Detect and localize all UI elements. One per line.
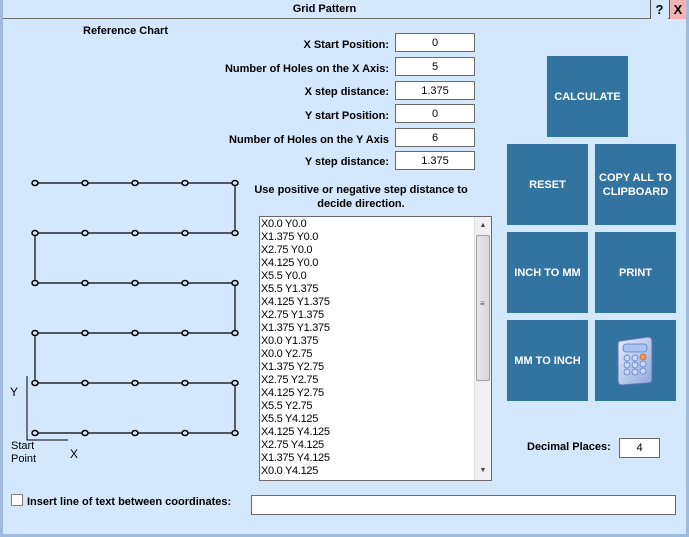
x-step-input[interactable]	[395, 81, 475, 100]
x-step-label: X step distance:	[304, 86, 389, 98]
insert-line-checkbox[interactable]	[11, 494, 23, 506]
hole-marker	[181, 229, 189, 237]
hole-marker	[31, 379, 39, 387]
y-axis-label: Y	[10, 385, 19, 399]
hole-marker	[81, 229, 89, 237]
scroll-thumb[interactable]: ≡	[476, 235, 490, 381]
calculator-button[interactable]	[595, 320, 676, 401]
hole-marker	[31, 229, 39, 237]
scroll-down-icon[interactable]: ▼	[475, 464, 491, 478]
coordinate-list-item[interactable]: X2.75 Y2.75	[261, 374, 475, 387]
coordinate-list-item[interactable]: X5.5 Y1.375	[261, 283, 475, 296]
hole-marker	[231, 429, 239, 437]
window-title: Grid Pattern	[292, 3, 357, 15]
coordinate-list-item[interactable]: X4.125 Y1.375	[261, 296, 475, 309]
hole-marker	[231, 379, 239, 387]
coordinate-list-item[interactable]: X2.75 Y1.375	[261, 309, 475, 322]
x-start-input[interactable]	[395, 33, 475, 52]
print-button[interactable]: PRINT	[595, 232, 676, 313]
coordinate-list-item[interactable]: X5.5 Y0.0	[261, 270, 475, 283]
list-scrollbar[interactable]: ▲ ≡ ▼	[474, 217, 491, 480]
coordinate-list-item[interactable]: X4.125 Y4.125	[261, 426, 475, 439]
inch-to-mm-button[interactable]: INCH TO MM	[507, 232, 588, 313]
hole-marker	[231, 179, 239, 187]
hole-marker	[181, 279, 189, 287]
coordinate-list-item[interactable]: X0.0 Y2.75	[261, 348, 475, 361]
hole-marker	[81, 379, 89, 387]
x-axis-label: X	[70, 447, 79, 461]
copy-all-button[interactable]: COPY ALL TO CLIPBOARD	[595, 144, 676, 225]
hole-marker	[81, 429, 89, 437]
y-holes-label: Number of Holes on the Y Axis	[229, 134, 389, 146]
y-step-input[interactable]	[395, 151, 475, 170]
coordinate-list-item[interactable]: X0.0 Y4.125	[261, 465, 475, 478]
hole-marker	[231, 329, 239, 337]
hole-marker	[131, 429, 139, 437]
title-bar: Grid Pattern ? X	[3, 0, 686, 19]
hole-marker	[81, 329, 89, 337]
hole-marker	[181, 329, 189, 337]
grip-icon: ≡	[480, 299, 485, 308]
hole-marker	[31, 179, 39, 187]
coordinate-list-item[interactable]: X1.375 Y4.125	[261, 452, 475, 465]
hole-marker	[131, 329, 139, 337]
y-start-label: Y start Position:	[304, 110, 389, 122]
help-button[interactable]: ?	[650, 0, 668, 19]
coordinate-list-items[interactable]: X0.0 Y0.0 X1.375 Y0.0 X2.75 Y0.0 X4.125 Y0.…	[261, 218, 475, 479]
coordinate-list-item[interactable]: X4.125 Y0.0	[261, 257, 475, 270]
hole-marker	[81, 279, 89, 287]
hole-marker	[131, 229, 139, 237]
decimal-places-input[interactable]	[619, 438, 660, 458]
insert-line-input[interactable]	[251, 495, 676, 515]
hole-marker	[181, 179, 189, 187]
hole-marker	[31, 329, 39, 337]
hole-marker	[31, 279, 39, 287]
coordinate-list[interactable]: X0.0 Y0.0 X1.375 Y0.0 X2.75 Y0.0 X4.125 Y0.…	[259, 216, 492, 481]
start-label-1: Start	[11, 440, 35, 452]
hint-line-2: decide direction.	[317, 198, 405, 210]
hole-marker	[131, 379, 139, 387]
coordinate-list-item[interactable]: X5.5 Y4.125	[261, 413, 475, 426]
hole-marker	[131, 279, 139, 287]
x-holes-label: Number of Holes on the X Axis:	[224, 63, 389, 75]
coordinate-list-item[interactable]: X0.0 Y1.375	[261, 335, 475, 348]
coordinate-list-item[interactable]: X2.75 Y4.125	[261, 439, 475, 452]
coordinate-list-item[interactable]: X1.375 Y0.0	[261, 231, 475, 244]
reset-button[interactable]: RESET	[507, 144, 588, 225]
grid-path-line	[34, 182, 236, 434]
hole-marker	[231, 279, 239, 287]
coordinate-list-item[interactable]: X2.75 Y0.0	[261, 244, 475, 257]
insert-line-label: Insert line of text between coordinates:	[27, 496, 232, 508]
coordinate-list-item[interactable]: X4.125 Y2.75	[261, 387, 475, 400]
coordinate-list-item[interactable]: X1.375 Y1.375	[261, 322, 475, 335]
y-holes-input[interactable]	[395, 128, 475, 147]
calculate-button[interactable]: CALCULATE	[547, 56, 628, 137]
calculator-icon	[617, 335, 652, 386]
hole-marker	[31, 429, 39, 437]
coordinate-list-item[interactable]: X0.0 Y5.5	[261, 478, 475, 479]
start-label-2: Point	[11, 453, 37, 465]
coordinate-list-item[interactable]: X5.5 Y2.75	[261, 400, 475, 413]
grid-pattern-window: Grid Pattern ? X Reference Chart X Start…	[0, 0, 689, 537]
x-start-label: X Start Position:	[303, 39, 389, 51]
reference-chart-diagram	[26, 179, 239, 441]
hole-marker	[181, 379, 189, 387]
x-holes-input[interactable]	[395, 57, 475, 76]
hole-marker	[81, 179, 89, 187]
hint-line-1: Use positive or negative step distance t…	[254, 184, 468, 196]
mm-to-inch-button[interactable]: MM TO INCH	[507, 320, 588, 401]
decimal-places-label: Decimal Places:	[527, 441, 611, 453]
hole-marker	[231, 229, 239, 237]
hole-marker	[181, 429, 189, 437]
coordinate-list-item[interactable]: X1.375 Y2.75	[261, 361, 475, 374]
scroll-up-icon[interactable]: ▲	[475, 219, 491, 233]
y-start-input[interactable]	[395, 104, 475, 123]
close-button[interactable]: X	[669, 0, 686, 19]
reference-chart-title: Reference Chart	[83, 25, 168, 37]
coordinate-list-item[interactable]: X0.0 Y0.0	[261, 218, 475, 231]
hole-marker	[131, 179, 139, 187]
